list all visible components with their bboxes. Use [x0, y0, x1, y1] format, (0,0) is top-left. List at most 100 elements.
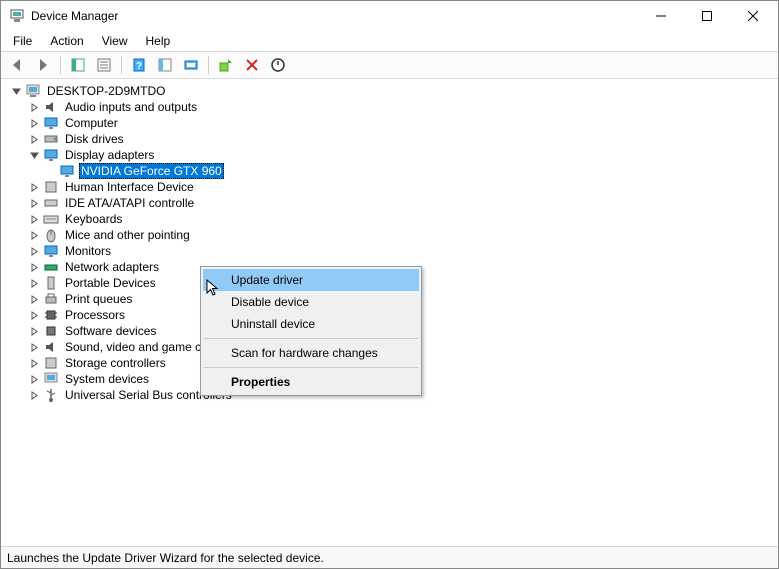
device-tree[interactable]: DESKTOP-2D9MTDO Audio inputs and outputs…: [1, 79, 778, 546]
chevron-right-icon[interactable]: [27, 228, 41, 242]
ctx-update-driver[interactable]: Update driver: [203, 269, 419, 291]
menubar: File Action View Help: [1, 31, 778, 51]
tree-node-label: Mice and other pointing: [63, 228, 192, 242]
tree-node-label: Keyboards: [63, 212, 124, 226]
network-icon: [43, 259, 59, 275]
nav-forward-button[interactable]: [31, 53, 55, 77]
tree-item-display[interactable]: Display adapters: [9, 147, 778, 163]
tree-node-label: DESKTOP-2D9MTDO: [45, 84, 167, 98]
context-menu-separator: [204, 338, 418, 339]
tree-item-mice[interactable]: Mice and other pointing: [9, 227, 778, 243]
ctx-uninstall-device[interactable]: Uninstall device: [203, 313, 419, 335]
statusbar: Launches the Update Driver Wizard for th…: [1, 546, 778, 568]
properties-button[interactable]: [92, 53, 116, 77]
menu-action[interactable]: Action: [42, 33, 91, 49]
computer-icon: [43, 371, 59, 387]
tree-item-audio[interactable]: Audio inputs and outputs: [9, 99, 778, 115]
help-button[interactable]: ?: [127, 53, 151, 77]
close-button[interactable]: [730, 1, 776, 31]
chevron-right-icon[interactable]: [27, 388, 41, 402]
printer-icon: [43, 291, 59, 307]
chevron-right-icon[interactable]: [27, 244, 41, 258]
minimize-button[interactable]: [638, 1, 684, 31]
tree-node-label: Software devices: [63, 324, 158, 338]
mouse-icon: [43, 227, 59, 243]
monitor-icon: [59, 163, 75, 179]
keyboard-icon: [43, 211, 59, 227]
tree-node-label: Network adapters: [63, 260, 161, 274]
speaker-icon: [43, 99, 59, 115]
menu-view[interactable]: View: [94, 33, 136, 49]
action-icon-button[interactable]: [153, 53, 177, 77]
chevron-right-icon[interactable]: [27, 324, 41, 338]
chevron-down-icon[interactable]: [9, 84, 23, 98]
tree-item-computer[interactable]: Computer: [9, 115, 778, 131]
tree-node-label: NVIDIA GeForce GTX 960: [79, 163, 224, 179]
ctx-disable-device[interactable]: Disable device: [203, 291, 419, 313]
computer-icon: [25, 83, 41, 99]
chevron-right-icon[interactable]: [27, 100, 41, 114]
toolbar-separator: [208, 56, 209, 74]
monitor-icon: [43, 115, 59, 131]
toolbar-separator: [60, 56, 61, 74]
tree-item-monitors[interactable]: Monitors: [9, 243, 778, 259]
chevron-right-icon[interactable]: [27, 260, 41, 274]
usb-icon: [43, 387, 59, 403]
toolbar: ?: [1, 51, 778, 79]
statusbar-text: Launches the Update Driver Wizard for th…: [7, 551, 324, 565]
chevron-right-icon[interactable]: [27, 292, 41, 306]
chevron-right-icon[interactable]: [27, 180, 41, 194]
context-menu-separator: [204, 367, 418, 368]
chevron-right-icon[interactable]: [27, 340, 41, 354]
chevron-right-icon[interactable]: [27, 308, 41, 322]
context-menu: Update driver Disable device Uninstall d…: [200, 266, 422, 396]
chevron-right-icon[interactable]: [27, 132, 41, 146]
menu-help[interactable]: Help: [138, 33, 179, 49]
disable-button[interactable]: [266, 53, 290, 77]
chevron-right-icon[interactable]: [27, 212, 41, 226]
chevron-right-icon[interactable]: [27, 196, 41, 210]
chevron-right-icon[interactable]: [27, 372, 41, 386]
tree-node-label: IDE ATA/ATAPI controlle: [63, 196, 196, 210]
tree-node-label: Portable Devices: [63, 276, 158, 290]
maximize-button[interactable]: [684, 1, 730, 31]
show-hide-tree-button[interactable]: [66, 53, 90, 77]
chevron-right-icon[interactable]: [27, 276, 41, 290]
titlebar: Device Manager: [1, 1, 778, 31]
tree-node-label: Storage controllers: [63, 356, 168, 370]
update-driver-button[interactable]: [214, 53, 238, 77]
disk-icon: [43, 131, 59, 147]
tree-item-hid[interactable]: Human Interface Device: [9, 179, 778, 195]
nav-back-button[interactable]: [5, 53, 29, 77]
tree-node-label: Audio inputs and outputs: [63, 100, 199, 114]
tree-node-label: Monitors: [63, 244, 113, 258]
tree-node-label: Print queues: [63, 292, 134, 306]
toolbar-separator: [121, 56, 122, 74]
portable-icon: [43, 275, 59, 291]
chevron-right-icon[interactable]: [27, 356, 41, 370]
speaker-icon: [43, 339, 59, 355]
scan-hardware-button[interactable]: [179, 53, 203, 77]
tree-root[interactable]: DESKTOP-2D9MTDO: [9, 83, 778, 99]
tree-item-disk[interactable]: Disk drives: [9, 131, 778, 147]
ide-icon: [43, 195, 59, 211]
chip-icon: [43, 323, 59, 339]
tree-node-label: Processors: [63, 308, 127, 322]
tree-item-keyboards[interactable]: Keyboards: [9, 211, 778, 227]
device-manager-icon: [9, 8, 25, 24]
tree-node-label: Display adapters: [63, 148, 156, 162]
chevron-down-icon[interactable]: [27, 148, 41, 162]
ctx-properties[interactable]: Properties: [203, 371, 419, 393]
svg-text:?: ?: [136, 61, 142, 72]
chevron-right-icon[interactable]: [27, 116, 41, 130]
spacer: [45, 164, 59, 178]
hid-icon: [43, 179, 59, 195]
tree-item-gpu[interactable]: NVIDIA GeForce GTX 960: [9, 163, 778, 179]
tree-node-label: Human Interface Device: [63, 180, 196, 194]
menu-file[interactable]: File: [5, 33, 40, 49]
uninstall-button[interactable]: [240, 53, 264, 77]
tree-item-ide[interactable]: IDE ATA/ATAPI controlle: [9, 195, 778, 211]
monitor-icon: [43, 147, 59, 163]
tree-node-label: Disk drives: [63, 132, 126, 146]
ctx-scan-hardware[interactable]: Scan for hardware changes: [203, 342, 419, 364]
